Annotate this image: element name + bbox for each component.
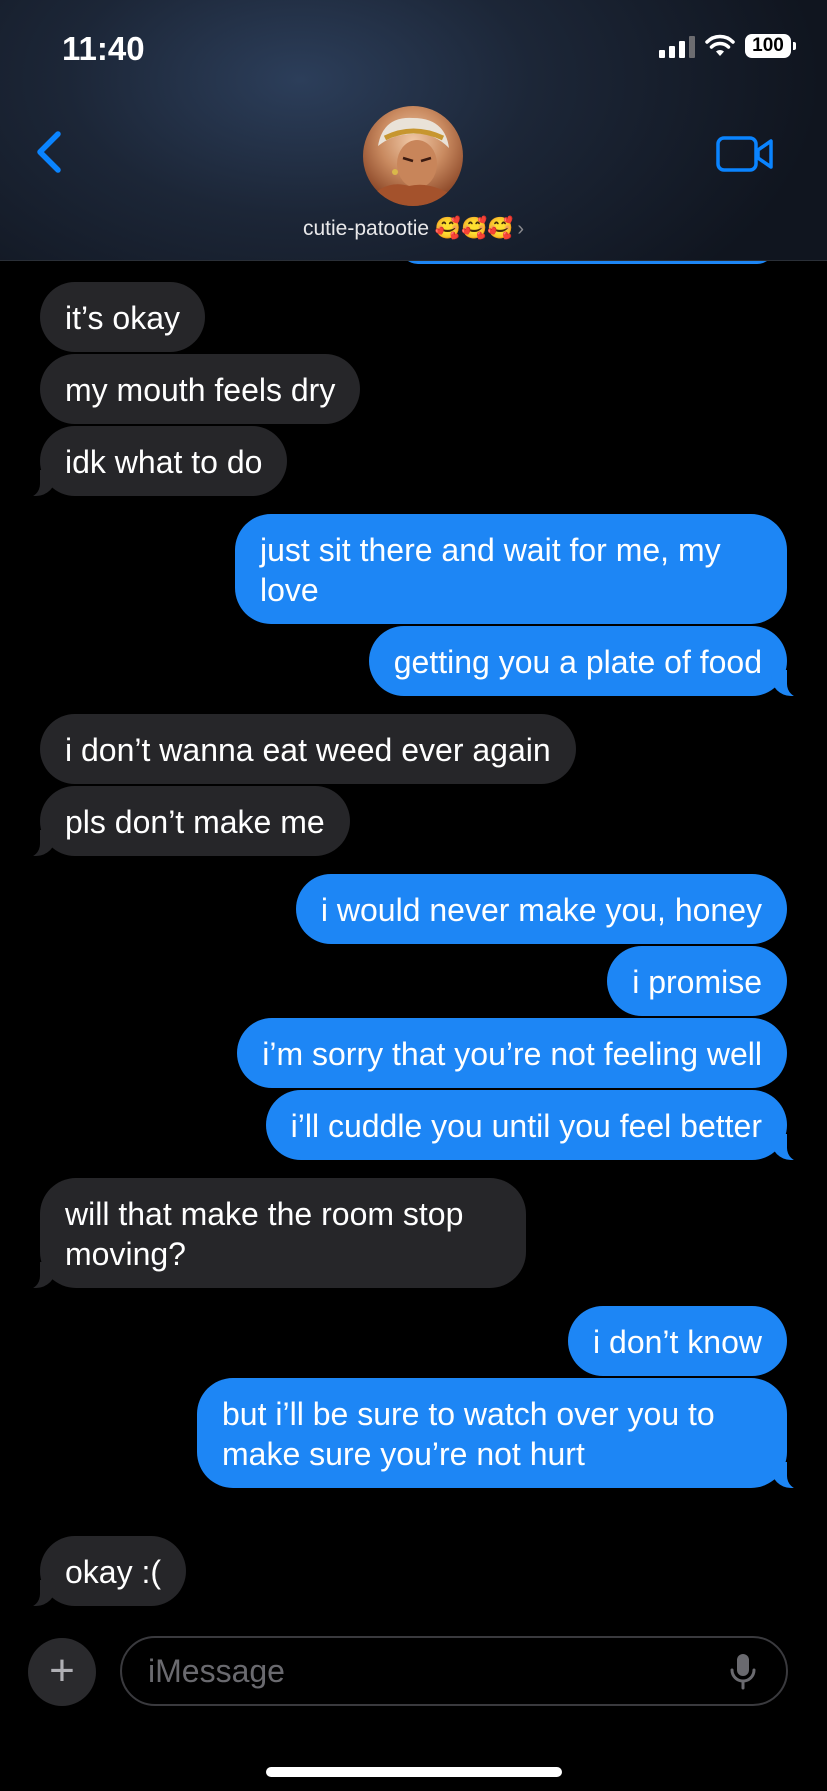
message-bubble-incoming[interactable]: idk what to do (21, 426, 288, 498)
battery-icon: 100 (745, 34, 796, 58)
contact-avatar[interactable] (363, 106, 463, 206)
message-bubble-incoming[interactable]: okay :( (21, 1536, 187, 1608)
message-bubble-outgoing[interactable]: i promise (607, 946, 787, 1016)
avatar-illustration-icon (363, 117, 463, 206)
contact-name[interactable]: cutie-patootie 🥰🥰🥰 › (0, 217, 827, 241)
chevron-right-icon: › (517, 218, 525, 240)
message-bubble-outgoing[interactable]: just sit there and wait for me, my love (235, 514, 787, 624)
message-bubble-incoming[interactable]: pls don’t make me (22, 786, 350, 858)
chevron-left-icon[interactable] (30, 126, 70, 178)
message-bubble-incoming[interactable]: my mouth feels dry (40, 354, 361, 424)
cellular-signal-icon (659, 34, 695, 58)
message-bubble-incoming[interactable]: i don’t wanna eat weed ever again (40, 714, 576, 784)
home-indicator (266, 1767, 562, 1777)
message-bubble-incoming[interactable]: will that make the room stop moving? (22, 1178, 526, 1290)
status-icons: 100 (659, 34, 796, 58)
contact-name-label: cutie-patootie 🥰🥰🥰 (302, 217, 514, 240)
message-bubble-outgoing[interactable]: i would never make you, honey (295, 874, 787, 944)
message-input[interactable] (120, 1636, 788, 1706)
microphone-icon[interactable] (730, 1653, 756, 1691)
conversation-header: 11:40 100 cutie-patootie 🥰🥰🥰 › (0, 0, 827, 261)
plus-icon[interactable]: + (28, 1638, 96, 1706)
message-bubble-outgoing[interactable]: i’m sorry that you’re not feeling well (237, 1018, 787, 1088)
wifi-icon (705, 34, 735, 56)
message-bubble-incoming[interactable]: it’s okay (40, 282, 206, 352)
video-camera-icon[interactable] (716, 134, 774, 174)
message-bubble-outgoing[interactable]: i’ll cuddle you until you feel better (265, 1090, 806, 1162)
message-bubble-outgoing[interactable]: getting you a plate of food (368, 626, 806, 698)
message-bubble-outgoing[interactable]: i don’t know (568, 1306, 787, 1376)
status-time: 11:40 (62, 30, 145, 67)
message-bubble-outgoing[interactable]: but i’ll be sure to watch over you to ma… (197, 1378, 805, 1490)
